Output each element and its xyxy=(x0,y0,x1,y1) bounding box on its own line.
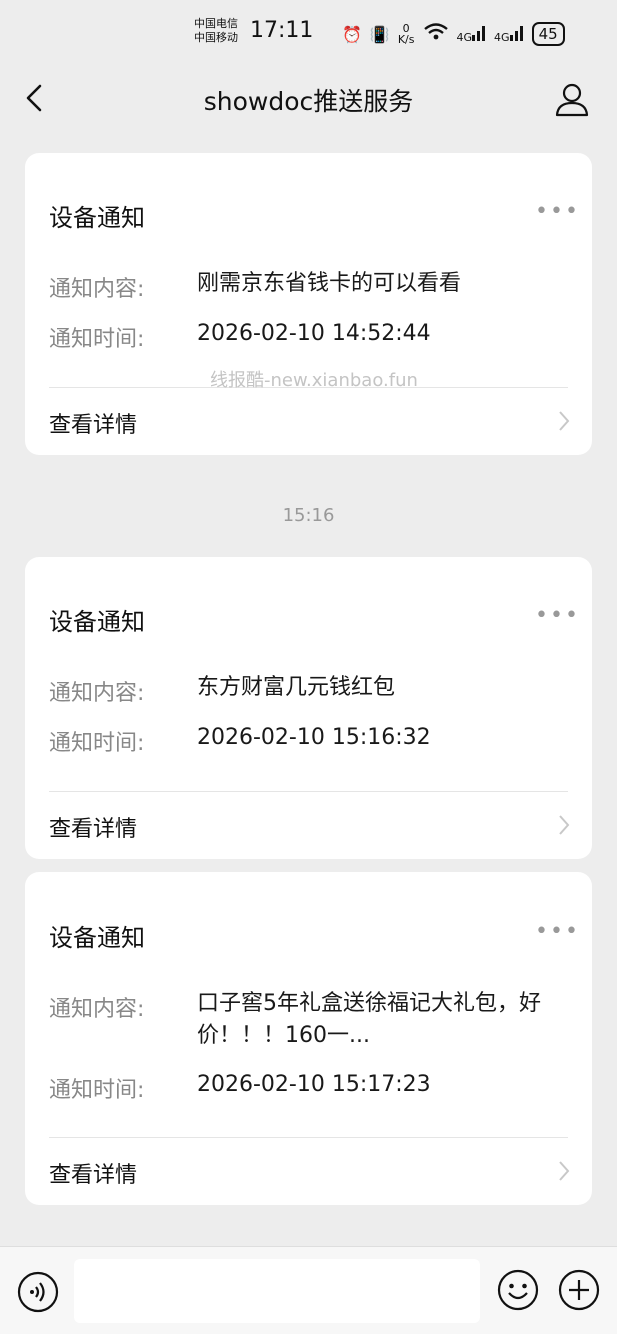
chevron-right-icon xyxy=(559,1161,570,1181)
plus-button[interactable] xyxy=(558,1269,600,1311)
time-label: 通知时间: xyxy=(49,1078,145,1103)
signal-bars-icon xyxy=(509,26,523,41)
signal-1-label: 4G xyxy=(456,31,473,44)
person-icon xyxy=(555,83,589,117)
profile-button[interactable] xyxy=(552,80,592,120)
signal-2-label: 4G xyxy=(494,31,510,44)
chat-input-bar xyxy=(0,1246,617,1334)
chat-timestamp: 15:16 xyxy=(282,505,335,526)
status-bar: 中国电信 中国移动 17:11 ⏰ 📳 0 K/s 4G 4G 45 xyxy=(0,0,617,66)
network-speed: 0 K/s xyxy=(398,23,415,45)
divider xyxy=(49,1137,568,1138)
wifi-icon xyxy=(423,22,449,46)
signal-1: 4G xyxy=(457,25,487,43)
carrier-2: 中国移动 xyxy=(194,31,238,44)
voice-button[interactable] xyxy=(17,1271,59,1313)
notification-card[interactable]: 设备通知 ••• 通知内容: 口子窖5年礼盒送徐福记大礼包，好价！！！160一.… xyxy=(25,872,592,1205)
time-label: 通知时间: xyxy=(49,731,145,756)
signal-2: 4G xyxy=(494,25,524,43)
content-value: 刚需京东省钱卡的可以看看 xyxy=(197,271,462,296)
chevron-right-icon xyxy=(559,815,570,835)
battery-indicator: 45 xyxy=(531,22,565,46)
chevron-right-icon xyxy=(559,411,570,431)
carrier-1: 中国电信 xyxy=(194,17,238,30)
page-title: showdoc推送服务 xyxy=(203,87,414,116)
alarm-icon: ⏰ xyxy=(342,24,362,44)
time-label: 通知时间: xyxy=(49,327,145,352)
time-value: 2026-02-10 14:52:44 xyxy=(197,321,431,346)
notification-card[interactable]: 设备通知 ••• 通知内容: 东方财富几元钱红包 通知时间: 2026-02-1… xyxy=(25,557,592,859)
status-time: 17:11 xyxy=(250,18,314,43)
carrier-info: 中国电信 中国移动 xyxy=(194,17,238,45)
time-value: 2026-02-10 15:16:32 xyxy=(197,725,431,750)
voice-icon xyxy=(17,1271,59,1313)
content-label: 通知内容: xyxy=(49,681,145,706)
status-icons: ⏰ 📳 0 K/s 4G 4G 45 xyxy=(342,20,565,48)
signal-bars-icon xyxy=(472,26,486,41)
emoji-button[interactable] xyxy=(497,1269,539,1311)
more-dots-icon[interactable]: ••• xyxy=(535,919,580,944)
card-title: 设备通知 xyxy=(49,204,145,232)
message-input[interactable] xyxy=(74,1259,480,1323)
vibrate-icon: 📳 xyxy=(369,24,390,44)
notification-card[interactable]: 设备通知 ••• 通知内容: 刚需京东省钱卡的可以看看 通知时间: 2026-0… xyxy=(25,153,592,455)
divider xyxy=(49,791,568,792)
content-label: 通知内容: xyxy=(49,277,145,302)
view-details-link[interactable]: 查看详情 xyxy=(49,811,137,843)
emoji-icon xyxy=(497,1269,539,1311)
card-title: 设备通知 xyxy=(49,924,145,952)
watermark-text: 线报酷-new.xianbao.fun xyxy=(210,370,418,391)
content-value: 东方财富几元钱红包 xyxy=(197,675,396,700)
time-value: 2026-02-10 15:17:23 xyxy=(197,1072,431,1097)
view-details-link[interactable]: 查看详情 xyxy=(49,407,137,439)
card-title: 设备通知 xyxy=(49,608,145,636)
speed-unit: K/s xyxy=(397,33,415,46)
content-label: 通知内容: xyxy=(49,997,145,1022)
more-dots-icon[interactable]: ••• xyxy=(535,603,580,628)
nav-bar: showdoc推送服务 xyxy=(0,66,617,132)
more-dots-icon[interactable]: ••• xyxy=(535,199,580,224)
content-value: 口子窖5年礼盒送徐福记大礼包，好价！！！160一... xyxy=(197,991,541,1048)
plus-icon xyxy=(558,1269,600,1311)
view-details-link[interactable]: 查看详情 xyxy=(49,1157,137,1189)
